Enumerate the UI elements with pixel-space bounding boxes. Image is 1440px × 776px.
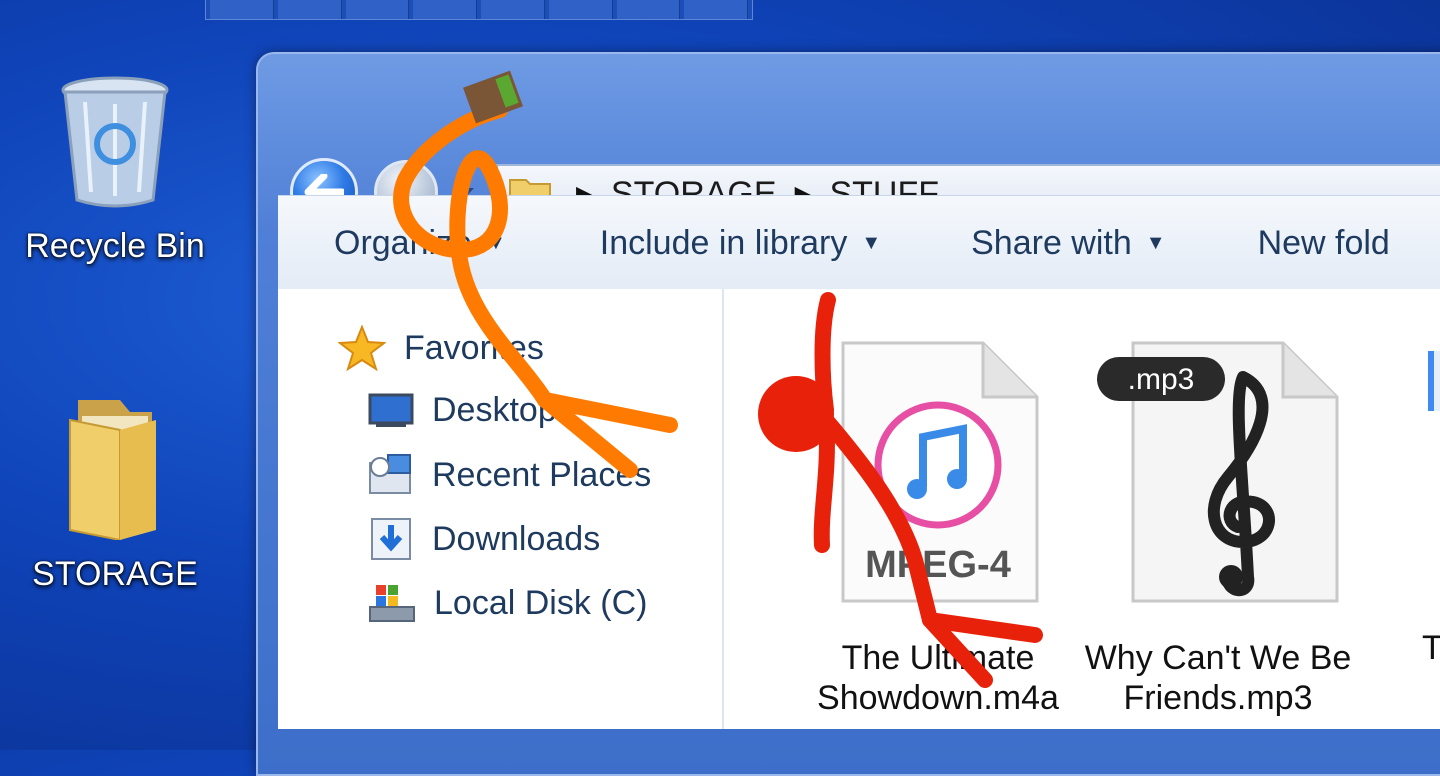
- treble-clef-icon: .mp3: [1097, 341, 1339, 603]
- file-name-line: Friends.mp3: [1123, 679, 1313, 717]
- desktop-icon: [368, 393, 414, 427]
- partial-file-icon[interactable]: [1428, 351, 1440, 411]
- downloads-icon: [371, 518, 411, 560]
- file-item[interactable]: MPEG-4 The Ultimate Showdown.m4a: [808, 337, 1068, 718]
- command-bar: Organize ▼ Include in library ▼ Share wi…: [278, 195, 1440, 290]
- file-name-line: Showdown.m4a: [817, 679, 1059, 717]
- nav-item-recent-places[interactable]: Recent Places: [368, 453, 651, 497]
- nav-item-label: Downloads: [432, 519, 601, 558]
- local-disk-icon: [369, 585, 415, 622]
- folder-icon: [69, 400, 156, 542]
- recent-places-icon: [369, 454, 411, 494]
- chevron-down-icon: ▼: [485, 231, 506, 254]
- chevron-down-icon: ▼: [861, 231, 882, 254]
- chevron-down-icon: ▼: [1145, 231, 1166, 254]
- nav-item-label: Desktop: [432, 391, 557, 429]
- itunes-icon: MPEG-4: [841, 341, 1039, 603]
- taskbar-tile[interactable]: [413, 0, 477, 19]
- new-folder-button[interactable]: New fold: [1258, 224, 1390, 263]
- desktop-icon-recycle-bin[interactable]: Recycle Bin: [15, 72, 215, 266]
- nav-favorites-label: Favorites: [404, 328, 544, 367]
- explorer-window: ▶ STORAGE ▶ STUFF Organize ▼ Include in …: [256, 52, 1440, 776]
- share-with-label: Share with: [971, 223, 1132, 262]
- file-name-line: The Ultimate: [841, 639, 1035, 677]
- new-folder-label: New fold: [1257, 223, 1390, 262]
- star-icon: [338, 325, 386, 371]
- taskbar-tile[interactable]: [481, 0, 545, 19]
- desktop-icon-label: Recycle Bin: [25, 227, 205, 265]
- file-name-line: Why Can't We Be: [1084, 639, 1352, 677]
- organize-button[interactable]: Organize ▼: [334, 224, 506, 263]
- nav-favorites[interactable]: Favorites: [338, 325, 544, 371]
- include-in-library-label: Include in library: [599, 223, 848, 262]
- nav-item-label: Local Disk (C): [434, 583, 648, 622]
- desktop-icon-label: STORAGE: [32, 555, 198, 593]
- taskbar-tile[interactable]: [548, 0, 613, 19]
- taskbar-tile[interactable]: [277, 0, 342, 19]
- nav-item-downloads[interactable]: Downloads: [368, 517, 600, 561]
- partial-file-label: T: [1422, 629, 1440, 667]
- nav-item-label: Recent Places: [432, 455, 652, 494]
- taskbar-tile[interactable]: [616, 0, 681, 19]
- organize-label: Organize: [334, 223, 472, 262]
- window-content: Favorites Desktop Recent Places Download…: [278, 289, 1440, 729]
- nav-item-desktop[interactable]: Desktop: [368, 391, 557, 430]
- file-item[interactable]: .mp3 Why Can't We Be Friends.mp3: [1078, 337, 1358, 718]
- nav-item-local-disk[interactable]: Local Disk (C): [368, 581, 647, 625]
- recycle-bin-icon: [61, 76, 169, 208]
- taskbar-tile[interactable]: [345, 0, 410, 19]
- taskbar-tile[interactable]: [684, 0, 748, 19]
- desktop-icon-storage[interactable]: STORAGE: [15, 390, 215, 594]
- taskbar-thumbnails[interactable]: [205, 0, 753, 20]
- share-with-button[interactable]: Share with ▼: [971, 224, 1165, 263]
- taskbar-tile[interactable]: [210, 0, 274, 19]
- file-badge-text: .mp3: [1128, 363, 1195, 396]
- include-in-library-button[interactable]: Include in library ▼: [600, 224, 881, 263]
- file-badge-text: MPEG-4: [865, 544, 1011, 586]
- navigation-pane: Favorites Desktop Recent Places Download…: [278, 289, 724, 729]
